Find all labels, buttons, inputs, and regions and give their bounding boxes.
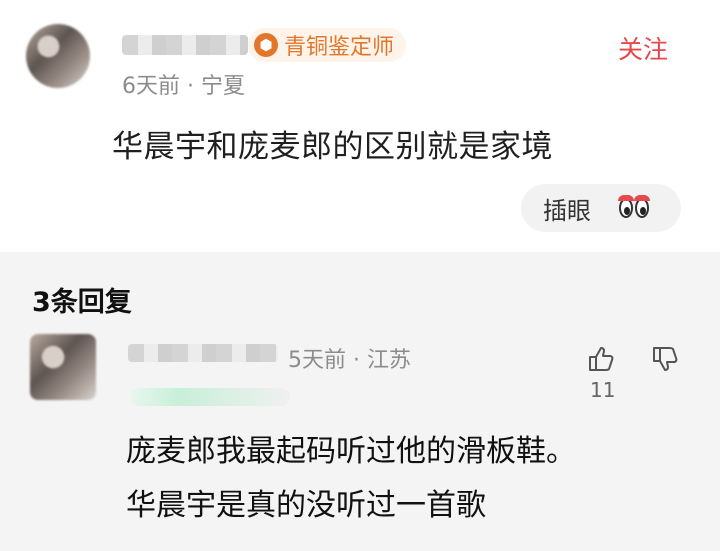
comment-meta: 6天前 · 宁夏: [122, 74, 245, 99]
badge: ⬢ 青铜鉴定师: [248, 28, 407, 62]
username-blurred[interactable]: [122, 35, 248, 55]
reply-meta: 5天前 · 江苏: [288, 348, 411, 373]
comment-text: 华晨宇和庞麦郎的区别就是家境: [112, 129, 553, 165]
badge-label: 青铜鉴定师: [284, 35, 395, 60]
reply-text-line: 庞麦郎我最起码听过他的滑板鞋。: [126, 434, 576, 469]
thumbs-down-icon: [653, 347, 678, 371]
eyes-icon: [618, 195, 650, 218]
like-count: 11: [590, 378, 616, 402]
bronze-badge-icon: ⬢: [254, 33, 278, 57]
reply-text-line: 华晨宇是真的没听过一首歌: [126, 488, 486, 523]
follow-button[interactable]: 关注: [618, 30, 668, 66]
mark-button[interactable]: 插眼: [521, 184, 681, 232]
avatar[interactable]: [26, 24, 90, 88]
top-comment: ⬢ 青铜鉴定师 关注 6天前 · 宁夏 华晨宇和庞麦郎的区别就是家境 插眼: [0, 0, 720, 252]
username-blurred[interactable]: [128, 344, 278, 362]
like-button[interactable]: [586, 344, 616, 374]
reply-item: 5天前 · 江苏 11 庞麦郎我最起码听过他的滑板鞋。 华晨宇是真的没听过一首歌: [0, 310, 720, 540]
thumbs-up-icon: [589, 347, 614, 371]
level-badge-blurred: [130, 388, 290, 406]
dislike-button[interactable]: [650, 344, 680, 374]
mark-label: 插眼: [543, 196, 591, 225]
avatar[interactable]: [30, 334, 96, 400]
